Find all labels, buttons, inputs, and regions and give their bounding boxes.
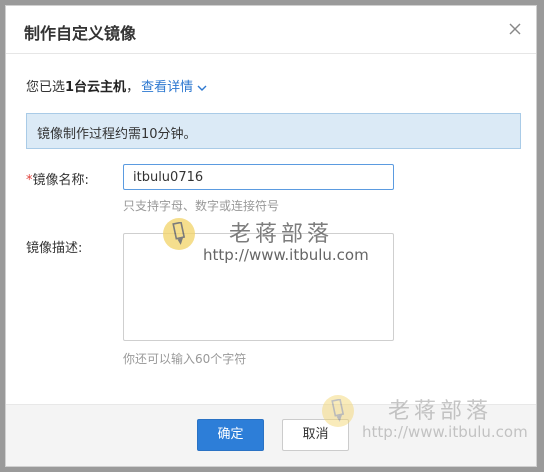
- info-banner-text: 镜像制作过程约需10分钟。: [37, 127, 197, 142]
- selection-separator: ，: [126, 80, 140, 95]
- image-description-hint: 你还可以输入60个字符: [123, 352, 247, 366]
- chevron-down-icon: [196, 82, 208, 94]
- confirm-button[interactable]: 确定: [197, 419, 264, 451]
- view-details-label: 查看详情: [141, 80, 194, 95]
- view-details-link[interactable]: 查看详情: [141, 80, 208, 95]
- dialog-title: 制作自定义镜像: [24, 24, 137, 43]
- close-icon[interactable]: [506, 20, 524, 38]
- selected-hosts-summary: 您已选1台云主机， 查看详情: [26, 76, 208, 95]
- create-image-dialog: 制作自定义镜像 您已选1台云主机， 查看详情 镜像制作过程约需10分钟。 *镜像名…: [5, 5, 537, 467]
- cancel-button[interactable]: 取消: [282, 419, 349, 451]
- image-name-label-text: 镜像名称:: [32, 173, 89, 188]
- image-name-input[interactable]: [123, 164, 394, 190]
- image-name-hint: 只支持字母、数字或连接符号: [123, 199, 280, 213]
- dialog-footer: 确定 取消: [6, 404, 536, 466]
- info-banner: 镜像制作过程约需10分钟。: [26, 113, 521, 149]
- image-description-textarea[interactable]: [123, 233, 394, 341]
- image-name-label: *镜像名称:: [26, 169, 89, 188]
- dialog-header: 制作自定义镜像: [6, 6, 536, 54]
- selection-count: 1台云主机: [65, 80, 127, 95]
- selection-prefix: 您已选: [26, 80, 66, 95]
- image-description-label: 镜像描述:: [26, 241, 83, 256]
